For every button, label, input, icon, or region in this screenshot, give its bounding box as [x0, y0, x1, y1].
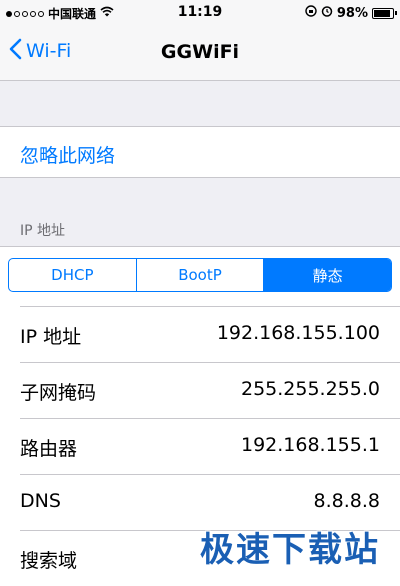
status-bar: 中国联通 11:19 98% — [0, 0, 400, 26]
subnet-mask-value: 255.255.255.0 — [240, 378, 380, 400]
section-header-ip-address: IP 地址 — [20, 223, 66, 239]
forget-network-label: 忽略此网络 — [20, 145, 116, 167]
battery-level-fill — [374, 9, 390, 17]
ip-address-label: IP 地址 — [20, 326, 82, 348]
ip-address-row[interactable]: IP 地址 192.168.155.100 — [20, 306, 400, 362]
forget-network-button[interactable]: 忽略此网络 — [0, 126, 400, 178]
navigation-bar: Wi-Fi GGWiFi — [0, 26, 400, 81]
ip-mode-section: DHCP BootP 静态 — [0, 246, 400, 307]
subnet-mask-label: 子网掩码 — [20, 382, 97, 404]
router-label: 路由器 — [20, 438, 78, 460]
alarm-icon — [321, 5, 333, 21]
router-value: 192.168.155.1 — [240, 434, 380, 456]
dns-value: 8.8.8.8 — [313, 490, 380, 512]
ip-mode-segmented-control: DHCP BootP 静态 — [8, 258, 392, 292]
watermark-logo: 极速下载站 — [200, 530, 380, 570]
ip-address-value: 192.168.155.100 — [216, 322, 380, 344]
segment-dhcp[interactable]: DHCP — [9, 259, 137, 291]
search-domain-label: 搜索域 — [20, 550, 78, 572]
segment-bootp[interactable]: BootP — [137, 259, 265, 291]
battery-icon — [372, 7, 397, 19]
subnet-mask-row[interactable]: 子网掩码 255.255.255.0 — [20, 362, 400, 418]
router-row[interactable]: 路由器 192.168.155.1 — [20, 418, 400, 474]
dns-label: DNS — [20, 490, 61, 512]
rotation-lock-icon — [305, 5, 317, 21]
status-right: 98% — [305, 5, 397, 21]
page-title: GGWiFi — [160, 41, 240, 63]
battery-percent: 98% — [336, 5, 368, 21]
segment-static[interactable]: 静态 — [264, 259, 391, 291]
